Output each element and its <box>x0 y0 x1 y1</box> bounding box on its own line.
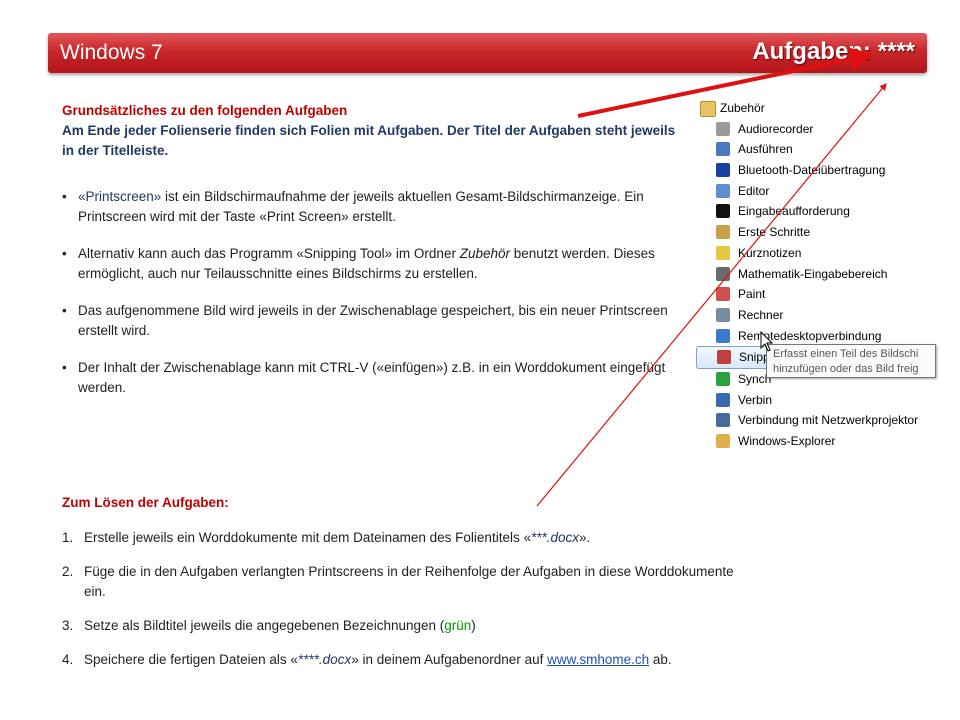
annotation-arrows <box>536 47 887 507</box>
arrow-to-tasks <box>577 47 874 118</box>
arrow-to-title-bar <box>536 83 887 507</box>
mouse-cursor-icon <box>760 330 774 352</box>
